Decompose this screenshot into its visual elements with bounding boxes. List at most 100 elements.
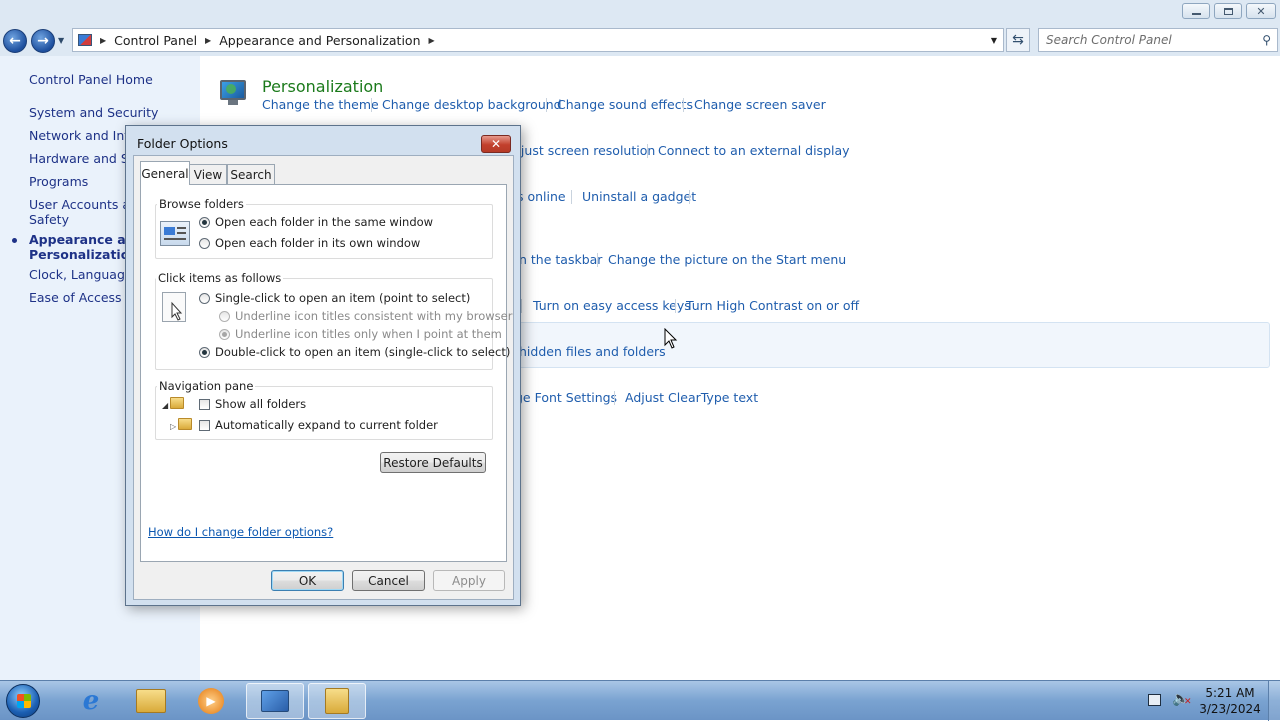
breadcrumb-appearance[interactable]: Appearance and Personalization — [219, 33, 420, 48]
radio-selected-icon — [199, 216, 210, 228]
control-panel-icon — [261, 690, 289, 712]
taskbar-link[interactable]: n the taskbar — [519, 252, 602, 267]
apply-button[interactable]: Apply — [433, 570, 505, 591]
radio-unselected-icon — [199, 292, 210, 304]
show-all-folders-label: Show all folders — [215, 397, 307, 411]
search-icon: ⚲ — [1262, 33, 1271, 47]
auto-expand-option[interactable]: Automatically expand to current folder — [199, 418, 438, 432]
show-hidden-files-link[interactable]: hidden files and folders — [519, 344, 666, 359]
underline-point-option[interactable]: Underline icon titles only when I point … — [219, 327, 502, 341]
restore-button[interactable] — [1214, 3, 1242, 19]
tab-view[interactable]: View — [189, 164, 227, 184]
minimize-button[interactable] — [1182, 3, 1210, 19]
control-panel-home-link[interactable]: Control Panel Home — [29, 72, 153, 87]
browse-folders-icon — [160, 221, 190, 246]
sidebar-item-system-security[interactable]: System and Security — [29, 105, 158, 120]
action-center-icon[interactable] — [1148, 694, 1161, 706]
personalization-title[interactable]: Personalization — [262, 77, 383, 96]
radio-unselected-icon — [199, 237, 210, 249]
restore-defaults-button[interactable]: Restore Defaults — [380, 452, 486, 473]
single-click-label: Single-click to open an item (point to s… — [215, 291, 471, 305]
show-desktop-button[interactable] — [1268, 681, 1280, 721]
sidebar-item-user-accounts-line2[interactable]: Safety — [29, 212, 69, 227]
close-window-button[interactable]: ✕ — [1246, 3, 1276, 19]
back-button[interactable]: ← — [3, 29, 27, 53]
underline-point-label: Underline icon titles only when I point … — [235, 327, 502, 341]
start-button[interactable] — [6, 684, 40, 718]
clock-time: 5:21 AM — [1205, 686, 1255, 700]
taskbar-windows-explorer[interactable] — [122, 683, 180, 719]
browse-folders-label: Browse folders — [157, 197, 246, 211]
internet-explorer-icon: e — [82, 686, 100, 716]
folder-library-icon — [136, 689, 166, 713]
font-settings-link[interactable]: ge Font Settings — [515, 390, 617, 405]
same-window-option[interactable]: Open each folder in the same window — [199, 215, 433, 229]
adjust-screen-resolution-link[interactable]: djust screen resolution — [513, 143, 655, 158]
tab-search[interactable]: Search — [227, 164, 275, 184]
underline-browser-option[interactable]: Underline icon titles consistent with my… — [219, 309, 512, 323]
click-items-label: Click items as follows — [156, 271, 284, 285]
auto-expand-label: Automatically expand to current folder — [215, 418, 438, 432]
show-all-folders-option[interactable]: Show all folders — [199, 397, 306, 411]
taskbar-media-player[interactable]: ▶ — [182, 683, 240, 719]
sidebar-item-programs[interactable]: Programs — [29, 174, 88, 189]
link-separator — [689, 190, 690, 204]
personalization-icon[interactable] — [218, 78, 248, 108]
address-history-dropdown[interactable]: ▼ — [991, 36, 997, 45]
dialog-close-button[interactable]: ✕ — [481, 135, 511, 153]
uninstall-gadget-link[interactable]: Uninstall a gadget — [582, 189, 696, 204]
link-separator — [647, 144, 648, 158]
link-separator — [371, 98, 372, 112]
folder-options-help-link[interactable]: How do I change folder options? — [148, 525, 333, 539]
sidebar-item-appearance-line2[interactable]: Personalization — [29, 247, 138, 262]
link-separator — [521, 299, 522, 313]
address-bar[interactable]: ▶ Control Panel ▶ Appearance and Persona… — [72, 28, 1004, 52]
general-tab-panel: Browse folders Open each folder in the s… — [140, 184, 512, 562]
search-input[interactable]: Search Control Panel ⚲ — [1038, 28, 1278, 52]
taskbar-folder-options[interactable] — [308, 683, 366, 719]
change-screen-saver-link[interactable]: Change screen saver — [694, 97, 826, 112]
dialog-body: General View Search Browse folders Open … — [133, 155, 514, 600]
own-window-option[interactable]: Open each folder in its own window — [199, 236, 420, 250]
navigation-bar: ← → ▼ ▶ Control Panel ▶ Appearance and P… — [0, 26, 1280, 56]
recent-pages-dropdown[interactable]: ▼ — [58, 36, 64, 45]
double-click-label: Double-click to open an item (single-cli… — [215, 345, 511, 359]
link-separator — [675, 299, 676, 313]
muted-x-icon: ✕ — [1184, 697, 1192, 707]
cancel-button[interactable]: Cancel — [352, 570, 425, 591]
folder-options-dialog: Folder Options ✕ General View Search Bro… — [125, 125, 521, 606]
change-sound-effects-link[interactable]: Change sound effects — [557, 97, 693, 112]
single-click-option[interactable]: Single-click to open an item (point to s… — [199, 291, 470, 305]
click-items-icon — [162, 292, 186, 322]
folder-icon — [178, 418, 192, 430]
browse-folders-group — [155, 204, 493, 259]
forward-button[interactable]: → — [31, 29, 55, 53]
change-desktop-background-link[interactable]: Change desktop background — [382, 97, 562, 112]
control-panel-icon — [78, 34, 92, 46]
checkbox-unchecked-icon — [199, 419, 210, 431]
adjust-cleartype-link[interactable]: Adjust ClearType text — [625, 390, 758, 405]
high-contrast-link[interactable]: Turn High Contrast on or off — [686, 298, 859, 313]
radio-disabled-selected-icon — [219, 328, 230, 340]
taskbar-control-panel[interactable] — [246, 683, 304, 719]
easy-access-keys-link[interactable]: Turn on easy access keys — [533, 298, 691, 313]
refresh-icon: ⇆ — [1012, 32, 1024, 48]
connect-external-display-link[interactable]: Connect to an external display — [658, 143, 850, 158]
double-click-option[interactable]: Double-click to open an item (single-cli… — [199, 345, 510, 359]
navigation-pane-label: Navigation pane — [157, 379, 256, 393]
refresh-button[interactable]: ⇆ — [1006, 28, 1030, 52]
tab-general[interactable]: General — [140, 161, 190, 185]
breadcrumb-control-panel[interactable]: Control Panel — [114, 33, 197, 48]
taskbar-internet-explorer[interactable]: e — [62, 683, 120, 719]
window-titlebar: ✕ — [0, 0, 1280, 26]
underline-browser-label: Underline icon titles consistent with my… — [235, 309, 513, 323]
sidebar-item-ease-of-access[interactable]: Ease of Access — [29, 290, 122, 305]
change-start-menu-picture-link[interactable]: Change the picture on the Start menu — [608, 252, 846, 267]
ok-button[interactable]: OK — [271, 570, 344, 591]
search-placeholder: Search Control Panel — [1046, 33, 1172, 47]
change-theme-link[interactable]: Change the theme — [262, 97, 379, 112]
link-separator — [683, 98, 684, 112]
system-clock[interactable]: 5:21 AM 3/23/2024 — [1198, 685, 1262, 717]
forward-arrow-icon: → — [37, 33, 49, 49]
gadgets-online-link[interactable]: s online — [517, 189, 566, 204]
